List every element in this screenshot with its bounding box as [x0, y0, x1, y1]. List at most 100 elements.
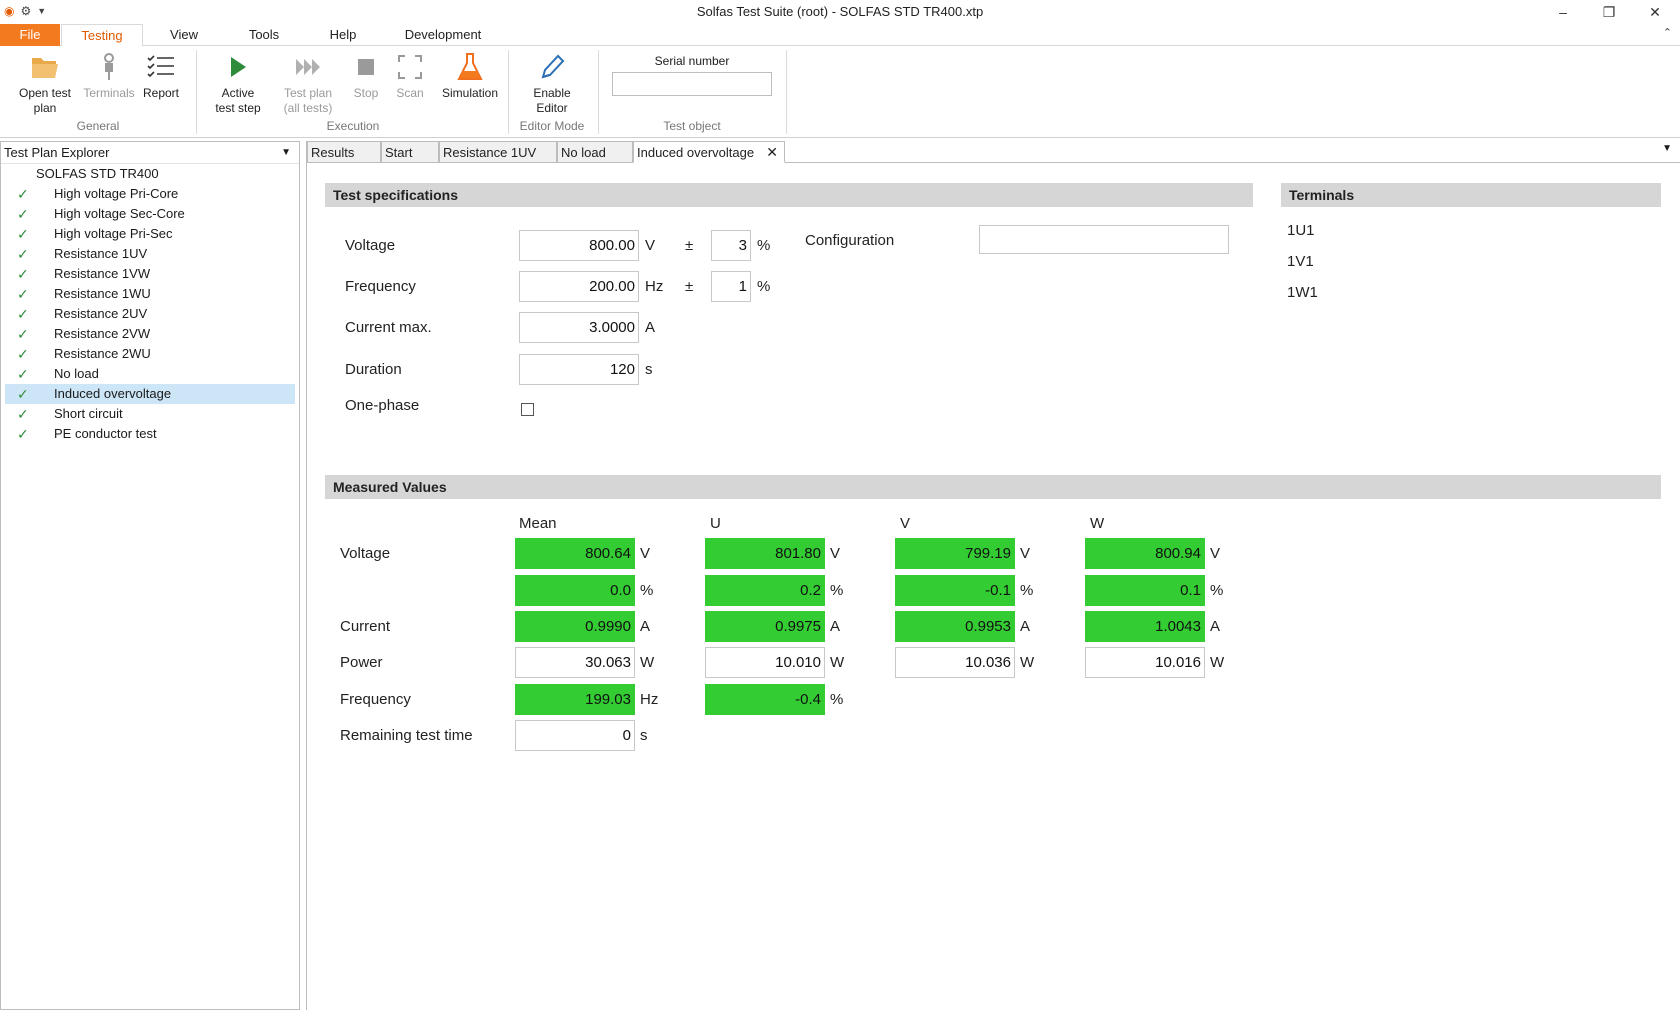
measured-values-header: Measured Values — [325, 475, 1661, 499]
current-v-unit: A — [1020, 618, 1031, 635]
frequency-tolerance-input[interactable] — [711, 271, 751, 302]
pencil-icon — [522, 50, 582, 84]
tree-item[interactable]: ✓ Resistance 2UV — [5, 304, 295, 324]
open-test-plan-button[interactable]: Open test plan — [12, 50, 78, 116]
voltage-deviation-u-value: 0.2 — [705, 575, 825, 606]
tree-item[interactable]: ✓ No load — [5, 364, 295, 384]
tab-induced-overvoltage-label: Induced overvoltage — [637, 145, 755, 160]
current-max-label: Current max. — [345, 319, 432, 336]
voltage-v-value: 799.19 — [895, 538, 1015, 569]
voltage-spec-label: Voltage — [345, 237, 396, 254]
measured-current-label: Current — [340, 618, 391, 635]
menu-tools[interactable]: Tools — [240, 24, 288, 46]
voltage-deviation-v-unit: % — [1020, 582, 1034, 599]
serial-number-input[interactable] — [612, 72, 772, 96]
tree-item-label: No load — [54, 366, 99, 381]
current-mean-value: 0.9990 — [515, 611, 635, 642]
active-test-step-label: Active — [221, 86, 255, 100]
voltage-v-unit: V — [1020, 545, 1031, 562]
measured-power-label: Power — [340, 654, 383, 671]
voltage-tolerance-pm: ± — [685, 237, 694, 254]
frequency-spec-unit: Hz — [645, 278, 664, 295]
tree-item[interactable]: ✓ Short circuit — [5, 404, 295, 424]
simulation-button[interactable]: Simulation — [436, 50, 504, 101]
play-icon — [206, 50, 270, 84]
tree-item[interactable]: ✓ High voltage Pri-Sec — [5, 224, 295, 244]
terminals-label: Terminals — [83, 86, 135, 100]
test-plan-all-tests-button[interactable]: Test plan (all tests) — [276, 50, 340, 116]
frequency-spec-input[interactable] — [519, 271, 639, 302]
menu-testing[interactable]: Testing — [61, 24, 143, 47]
tab-no-load[interactable]: No load — [557, 141, 633, 163]
voltage-deviation-w-unit: % — [1210, 582, 1224, 599]
column-v: V — [900, 515, 911, 532]
tree-item[interactable]: ✓ Resistance 1WU — [5, 284, 295, 304]
power-w-value: 10.016 — [1085, 647, 1205, 678]
tree-item[interactable]: ✓ Induced overvoltage — [5, 384, 295, 404]
power-u-value: 10.010 — [705, 647, 825, 678]
menu-view[interactable]: View — [160, 24, 208, 46]
close-button[interactable]: ✕ — [1632, 0, 1678, 24]
tree-item[interactable]: ✓ Resistance 2WU — [5, 344, 295, 364]
one-phase-checkbox[interactable] — [521, 403, 534, 416]
tree-item[interactable]: ✓ High voltage Pri-Core — [5, 184, 295, 204]
tree-item-label: Induced overvoltage — [54, 386, 172, 401]
report-button[interactable]: Report — [138, 50, 184, 101]
explorer-title: Test Plan Explorer — [4, 145, 110, 160]
restore-button[interactable]: ❐ — [1586, 0, 1632, 24]
check-icon: ✓ — [17, 206, 29, 222]
test-specifications-header: Test specifications — [325, 183, 1253, 207]
folder-icon — [12, 50, 78, 84]
tab-resistance-1uv[interactable]: Resistance 1UV — [439, 141, 557, 163]
tree-item[interactable]: ✓ PE conductor test — [5, 424, 295, 444]
measured-frequency-label: Frequency — [340, 691, 411, 708]
tree-item-label: Short circuit — [54, 406, 123, 421]
scan-button[interactable]: Scan — [390, 50, 430, 101]
tree-item[interactable]: ✓ Resistance 1UV — [5, 244, 295, 264]
menu-file[interactable]: File — [0, 24, 60, 46]
current-v-value: 0.9953 — [895, 611, 1015, 642]
tab-start[interactable]: Start — [381, 141, 439, 163]
configuration-input[interactable] — [979, 225, 1229, 254]
explorer-dropdown-icon[interactable]: ▼ — [281, 142, 291, 164]
ribbon-tabs: File Testing View Tools Help Development… — [0, 24, 1680, 47]
serial-number-label: Serial number — [654, 54, 730, 68]
column-u: U — [710, 515, 721, 532]
tree-item[interactable]: ✓ Resistance 1VW — [5, 264, 295, 284]
minimize-button[interactable]: – — [1540, 0, 1586, 24]
collapse-ribbon-icon[interactable]: ⌃ — [1663, 26, 1672, 39]
ribbon: Open test plan Terminals Report General … — [0, 46, 1680, 138]
current-u-value: 0.9975 — [705, 611, 825, 642]
active-test-step-button[interactable]: Active test step — [206, 50, 270, 116]
current-max-input[interactable] — [519, 312, 639, 343]
duration-unit: s — [645, 361, 653, 378]
menu-development[interactable]: Development — [400, 24, 486, 46]
voltage-spec-input[interactable] — [519, 230, 639, 261]
tree-item-label: Resistance 2UV — [54, 306, 148, 321]
tab-induced-overvoltage[interactable]: Induced overvoltage ✕ — [633, 141, 785, 163]
stop-button[interactable]: Stop — [346, 50, 386, 101]
report-label: Report — [142, 86, 180, 100]
remaining-time-value: 0 — [515, 720, 635, 751]
menu-help[interactable]: Help — [318, 24, 368, 46]
column-w: W — [1090, 515, 1105, 532]
voltage-deviation-w-value: 0.1 — [1085, 575, 1205, 606]
voltage-w-unit: V — [1210, 545, 1221, 562]
test-plan-explorer: Test Plan Explorer ▼ SOLFAS STD TR400 ✓ H… — [0, 141, 300, 1010]
tree-item[interactable]: ✓ Resistance 2VW — [5, 324, 295, 344]
tab-results[interactable]: Results — [307, 141, 381, 163]
tree-item[interactable]: ✓ High voltage Sec-Core — [5, 204, 295, 224]
voltage-deviation-mean-unit: % — [640, 582, 654, 599]
tree-item-label: PE conductor test — [54, 426, 157, 441]
terminals-button[interactable]: Terminals — [80, 50, 138, 101]
close-tab-icon[interactable]: ✕ — [766, 142, 778, 163]
duration-input[interactable] — [519, 354, 639, 385]
remaining-time-unit: s — [640, 727, 648, 744]
enable-editor-button[interactable]: Enable Editor — [522, 50, 582, 116]
voltage-deviation-mean-value: 0.0 — [515, 575, 635, 606]
tab-overflow-icon[interactable]: ▼ — [1662, 143, 1672, 154]
title-bar: ◉ ⚙ ▼ Solfas Test Suite (root) - SOLFAS … — [0, 0, 1680, 24]
frequency-mean-value: 199.03 — [515, 684, 635, 715]
tree-root[interactable]: SOLFAS STD TR400 — [1, 164, 299, 184]
voltage-tolerance-input[interactable] — [711, 230, 751, 261]
